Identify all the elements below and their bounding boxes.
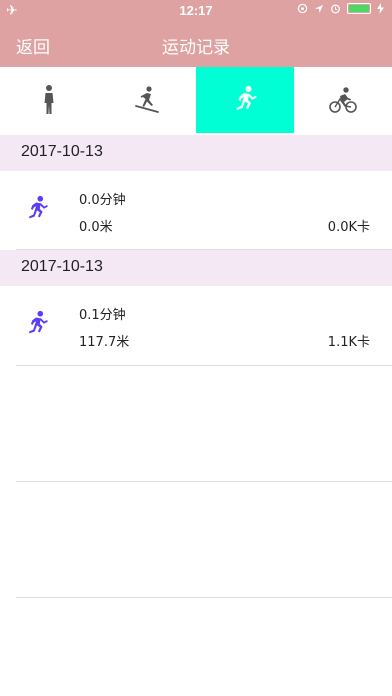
record-item[interactable]: 0.1分钟 117.7米 1.1K卡	[0, 286, 392, 366]
record-date: 2017-10-13	[21, 143, 103, 160]
lock-rotation-icon	[297, 3, 308, 14]
record-calories: 0.0K卡	[327, 220, 370, 235]
record-distance: 0.0米	[79, 220, 113, 235]
status-icons	[297, 3, 384, 14]
run-icon	[29, 310, 48, 334]
record-date-header: 2017-10-13	[0, 250, 392, 286]
sport-tabs	[0, 67, 392, 133]
ski-icon	[135, 86, 159, 113]
walk-icon	[44, 85, 54, 114]
run-icon	[236, 86, 257, 110]
status-bar: ✈ 12:17	[0, 0, 392, 22]
tab-ski[interactable]	[98, 67, 196, 133]
record-date-header: 2017-10-13	[0, 135, 392, 171]
tab-bike[interactable]	[294, 67, 392, 133]
alarm-icon	[331, 4, 340, 14]
record-calories: 1.1K卡	[327, 335, 370, 350]
record-date: 2017-10-13	[21, 258, 103, 275]
divider	[16, 365, 392, 366]
nav-bar: 返回 运动记录	[0, 22, 392, 67]
page-title: 运动记录	[162, 38, 230, 58]
record-distance: 117.7米	[79, 335, 130, 350]
battery-icon	[347, 3, 371, 14]
tab-walk[interactable]	[0, 67, 98, 133]
bike-icon	[329, 87, 357, 113]
divider	[16, 481, 392, 482]
charging-icon	[377, 3, 384, 14]
record-duration: 0.1分钟	[79, 308, 126, 323]
record-duration: 0.0分钟	[79, 193, 126, 208]
location-icon	[315, 4, 323, 13]
back-button[interactable]: 返回	[16, 33, 50, 58]
divider	[16, 597, 392, 598]
record-item[interactable]: 0.0分钟 0.0米 0.0K卡	[0, 171, 392, 251]
run-icon	[29, 195, 48, 219]
tab-run[interactable]	[196, 67, 294, 133]
